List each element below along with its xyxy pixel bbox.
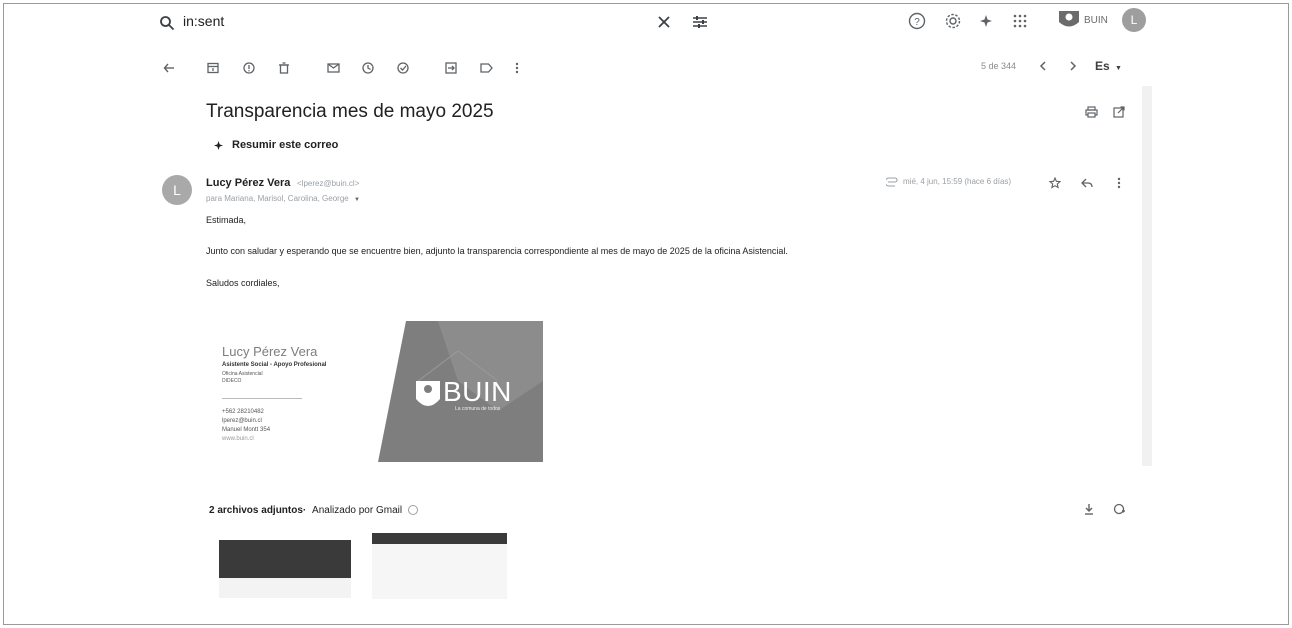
svg-text:?: ? xyxy=(914,17,920,28)
body-closing: Saludos cordiales, xyxy=(206,278,280,288)
input-language-selector[interactable]: Es ▼ xyxy=(1095,59,1122,73)
add-to-drive-icon[interactable] xyxy=(1110,501,1128,517)
signature-web: www.buin.cl xyxy=(222,436,254,442)
email-subject: Transparencia mes de mayo 2025 xyxy=(206,101,494,122)
org-logo-text: BUIN xyxy=(1084,14,1108,26)
sender-email: <lperez@buin.cl> xyxy=(297,179,360,188)
print-icon[interactable] xyxy=(1082,103,1100,121)
attachments-title: 2 archivos adjuntos xyxy=(209,505,303,516)
body-greeting: Estimada, xyxy=(206,215,247,225)
apps-grid-icon[interactable] xyxy=(1010,11,1030,31)
open-new-window-icon[interactable] xyxy=(1110,103,1128,121)
attachment-thumbnail-2-header xyxy=(372,533,507,544)
signature-divider xyxy=(222,398,302,399)
banner-brand-text: BUIN xyxy=(443,376,512,407)
search-options-icon[interactable] xyxy=(690,12,710,32)
more-options-icon[interactable] xyxy=(508,59,526,77)
move-to-icon[interactable] xyxy=(442,59,460,77)
back-arrow-icon[interactable] xyxy=(160,59,178,77)
sender-name[interactable]: Lucy Pérez Vera xyxy=(206,177,290,189)
delete-icon[interactable] xyxy=(275,59,293,77)
snooze-clock-icon[interactable] xyxy=(359,59,377,77)
banner-subtitle: La comuna de todos xyxy=(455,406,501,412)
attachments-header: 2 archivos adjuntos· Analizado por Gmail xyxy=(209,505,418,516)
reply-icon[interactable] xyxy=(1078,174,1096,192)
gemini-icon[interactable] xyxy=(977,11,995,31)
message-more-icon[interactable] xyxy=(1110,174,1128,192)
buin-banner-shield-icon xyxy=(416,381,440,406)
attachment-thumbnail-1[interactable] xyxy=(219,540,351,578)
signature-phone: +562 28210482 xyxy=(222,409,264,415)
org-logo[interactable]: BUIN xyxy=(1056,8,1108,32)
body-paragraph: Junto con saludar y esperando que se enc… xyxy=(206,246,788,256)
scan-info-icon[interactable] xyxy=(407,505,418,516)
search-input[interactable]: in:sent xyxy=(183,13,224,29)
message-scrollbar[interactable] xyxy=(1142,86,1152,466)
attachments-scan-note: Analizado por Gmail xyxy=(312,505,403,516)
add-task-icon[interactable] xyxy=(394,59,412,77)
newer-chevron-left-icon[interactable] xyxy=(1034,57,1052,75)
label-icon[interactable] xyxy=(477,59,495,77)
signature-address: Manuel Montt 354 xyxy=(222,427,271,433)
summarize-sparkle-icon xyxy=(212,139,224,151)
settings-icon[interactable] xyxy=(943,11,963,31)
recipients-caret-icon[interactable]: ▼ xyxy=(354,197,360,203)
pagination-count: 5 de 344 xyxy=(981,61,1017,71)
sender-avatar[interactable]: L xyxy=(162,175,192,205)
report-spam-icon[interactable] xyxy=(240,59,258,77)
signature-role: Asistente Social - Apoyo Profesional xyxy=(222,362,327,368)
signature-dept: DIDECO xyxy=(222,378,242,384)
message-date: mié, 4 jun, 15:59 (hace 6 días) xyxy=(903,177,1012,186)
clear-search-icon[interactable] xyxy=(655,13,673,31)
buin-shield-icon xyxy=(1059,11,1079,27)
mark-unread-icon[interactable] xyxy=(324,59,342,77)
attachment-thumbnail-1-preview xyxy=(219,578,351,598)
older-chevron-right-icon[interactable] xyxy=(1064,57,1082,75)
signature-email: lperez@buin.cl xyxy=(222,418,262,424)
star-icon[interactable] xyxy=(1046,174,1064,192)
language-label: Es xyxy=(1095,59,1110,73)
summarize-button[interactable]: Resumir este correo xyxy=(232,139,338,151)
help-icon[interactable]: ? xyxy=(907,11,927,31)
recipients-text: para Mariana, Marisol, Carolina, George xyxy=(206,194,349,203)
archive-icon[interactable] xyxy=(204,59,222,77)
signature-office: Oficina Asistencial xyxy=(222,371,263,377)
search-icon[interactable] xyxy=(158,14,176,32)
caret-down-icon: ▼ xyxy=(1115,65,1122,72)
account-avatar[interactable]: L xyxy=(1122,8,1146,32)
window-frame xyxy=(3,3,1289,625)
signature-name: Lucy Pérez Vera xyxy=(222,344,318,359)
recipients-line[interactable]: para Mariana, Marisol, Carolina, George … xyxy=(206,194,360,203)
attachment-clip-icon xyxy=(885,175,899,189)
download-all-icon[interactable] xyxy=(1081,501,1097,517)
